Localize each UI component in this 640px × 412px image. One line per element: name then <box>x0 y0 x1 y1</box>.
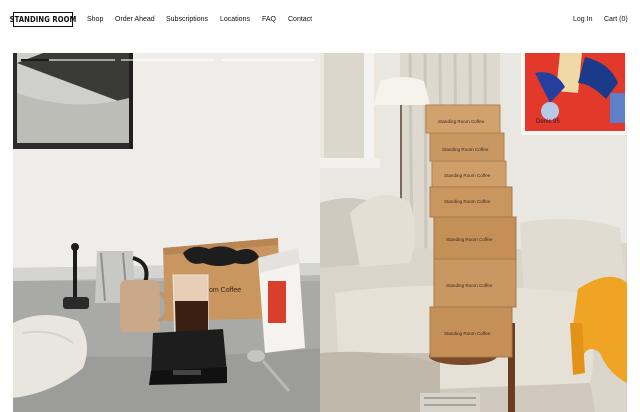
nav-order-ahead[interactable]: Order Ahead <box>115 15 155 25</box>
nav-faq[interactable]: FAQ <box>262 15 276 25</box>
stack-box-label-3: Standing Room Coffee <box>444 173 491 178</box>
stack-box-label-5: Standing Room Coffee <box>446 237 493 242</box>
stack-box-label-2: Standing Room Coffee <box>442 147 489 152</box>
slide-indicator-3[interactable] <box>221 59 315 61</box>
nav-shop[interactable]: Shop <box>87 15 103 25</box>
stack-box-label-6: Standing Room Coffee <box>446 283 493 288</box>
slide-indicator-1-fill <box>21 59 50 61</box>
slide-indicator-1[interactable] <box>21 59 115 61</box>
stack-box-label-1: Standing Room Coffee <box>438 119 485 124</box>
site-header: STANDING ROOM Shop Order Ahead Subscript… <box>0 0 640 40</box>
hero-carousel[interactable]: om Coffee Denis 95 Standing Room Coffee … <box>0 53 640 412</box>
nav-subscriptions[interactable]: Subscriptions <box>166 15 208 25</box>
nav-locations[interactable]: Locations <box>220 15 250 25</box>
box-stack <box>425 104 517 358</box>
stack-box-label-7: Standing Room Coffee <box>444 331 491 336</box>
cart-link[interactable]: Cart (0) <box>604 15 628 25</box>
box-label: om Coffee <box>209 287 241 294</box>
login-link[interactable]: Log In <box>573 15 592 25</box>
slide-progress <box>21 59 315 61</box>
hero-image-coffee-table: om Coffee <box>13 53 320 412</box>
hero-image-living-room: Denis 95 Standing Room Coffee Standing R… <box>320 53 627 412</box>
nav-contact[interactable]: Contact <box>288 15 312 25</box>
logo[interactable]: STANDING ROOM <box>10 12 76 27</box>
stack-box-label-4: Standing Room Coffee <box>444 199 491 204</box>
slide-indicator-2[interactable] <box>121 59 215 61</box>
poster-text: Denis 95 <box>536 119 560 125</box>
